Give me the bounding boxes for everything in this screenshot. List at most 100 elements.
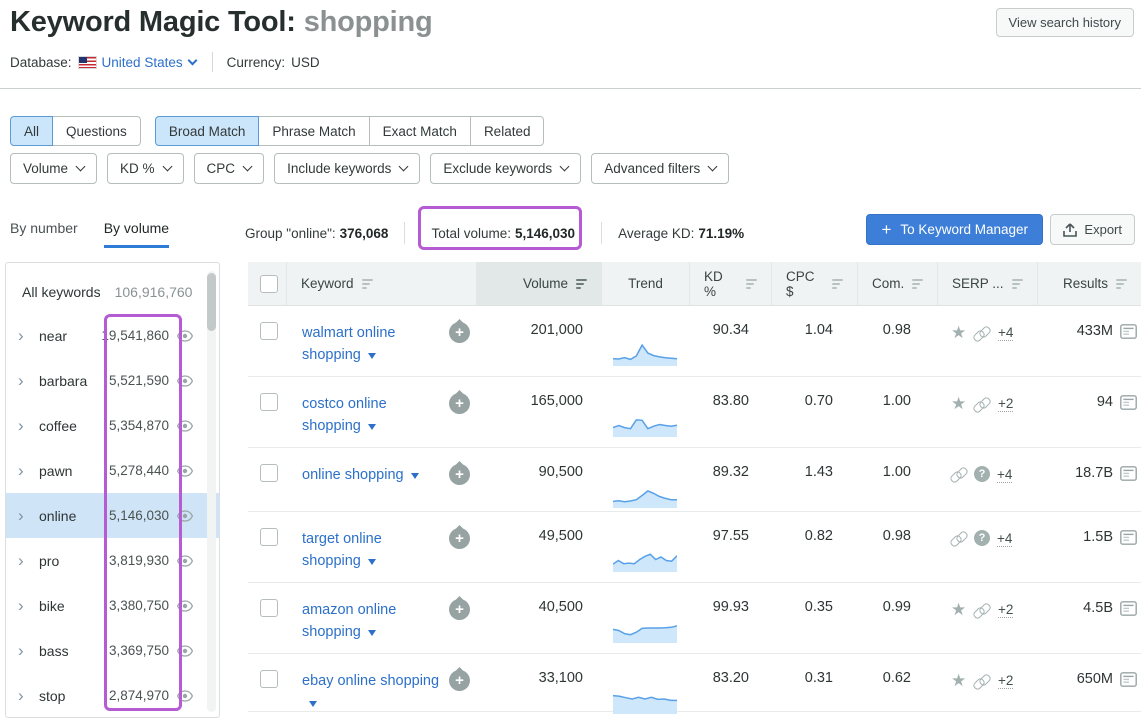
- export-button[interactable]: Export: [1050, 214, 1135, 245]
- eye-icon[interactable]: [177, 690, 193, 702]
- view-search-history-button[interactable]: View search history: [996, 8, 1134, 37]
- sort-icon[interactable]: [362, 279, 373, 289]
- sort-icon[interactable]: [912, 279, 923, 289]
- by-number-toggle[interactable]: By number: [10, 220, 78, 248]
- serp-snapshot-icon[interactable]: [1120, 466, 1137, 481]
- serp-features-more-link[interactable]: +2: [998, 396, 1013, 412]
- database-select[interactable]: United States: [102, 55, 196, 70]
- serp-snapshot-icon[interactable]: [1120, 601, 1137, 616]
- eye-icon[interactable]: [177, 375, 193, 387]
- add-to-keyword-manager-icon[interactable]: +: [449, 528, 470, 549]
- keyword-group-item[interactable]: › pawn 5,278,440: [6, 448, 219, 493]
- chevron-down-icon: [399, 162, 409, 172]
- eye-icon[interactable]: [177, 555, 193, 567]
- caret-down-icon[interactable]: [368, 559, 376, 565]
- serp-features-more-link[interactable]: +4: [998, 325, 1013, 341]
- sort-icon[interactable]: [1116, 279, 1127, 289]
- caret-down-icon[interactable]: [411, 473, 419, 479]
- serp-features-more-link[interactable]: +2: [998, 673, 1013, 689]
- keyword-group-item[interactable]: › stop 2,874,970: [6, 673, 219, 718]
- serp-features-more-link[interactable]: +4: [997, 531, 1012, 547]
- add-to-keyword-manager-icon[interactable]: +: [449, 670, 470, 691]
- column-header[interactable]: Volume: [476, 262, 601, 305]
- keyword-group-item[interactable]: › bass 3,369,750: [6, 628, 219, 673]
- chevron-right-icon[interactable]: ›: [18, 687, 30, 704]
- cpc-value: 0.70: [771, 377, 857, 447]
- sort-icon[interactable]: [576, 279, 587, 289]
- chevron-right-icon[interactable]: ›: [18, 507, 30, 524]
- column-header[interactable]: SERP ...: [937, 262, 1037, 305]
- filter-dropdown[interactable]: Volume: [10, 153, 97, 184]
- filter-dropdown[interactable]: Include keywords: [274, 153, 420, 184]
- column-header[interactable]: CPC $: [771, 262, 857, 305]
- keyword-link[interactable]: walmart online shopping: [302, 325, 396, 363]
- column-header[interactable]: Results: [1037, 262, 1141, 305]
- add-to-keyword-manager-icon[interactable]: +: [449, 464, 470, 485]
- sort-icon[interactable]: [746, 279, 757, 289]
- filter-dropdown[interactable]: Exclude keywords: [430, 153, 581, 184]
- keyword-group-item[interactable]: › coffee 5,354,870: [6, 403, 219, 448]
- keyword-group-item[interactable]: › bike 3,380,750: [6, 583, 219, 628]
- sidebar-all-keywords[interactable]: All keywords 106,916,760: [6, 271, 219, 313]
- eye-icon[interactable]: [177, 645, 193, 657]
- keyword-link[interactable]: online shopping: [302, 467, 404, 483]
- row-checkbox[interactable]: [260, 464, 278, 482]
- chevron-right-icon[interactable]: ›: [18, 552, 30, 569]
- chevron-right-icon[interactable]: ›: [18, 327, 30, 344]
- caret-down-icon[interactable]: [368, 424, 376, 430]
- match-tab[interactable]: All: [10, 116, 53, 146]
- match-tab[interactable]: Related: [470, 116, 545, 146]
- column-header[interactable]: Com.: [857, 262, 937, 305]
- column-header[interactable]: Trend: [601, 262, 689, 305]
- row-checkbox[interactable]: [260, 599, 278, 617]
- to-keyword-manager-button[interactable]: +To Keyword Manager: [866, 214, 1043, 245]
- keyword-group-item[interactable]: › near 19,541,860: [6, 313, 219, 358]
- keyword-group-item[interactable]: › online 5,146,030: [6, 493, 219, 538]
- match-tab[interactable]: Broad Match: [155, 116, 260, 146]
- caret-down-icon[interactable]: [368, 353, 376, 359]
- serp-features-more-link[interactable]: +2: [998, 602, 1013, 618]
- add-to-keyword-manager-icon[interactable]: +: [449, 322, 470, 343]
- chevron-right-icon[interactable]: ›: [18, 597, 30, 614]
- sidebar-scrollbar[interactable]: [207, 271, 216, 712]
- caret-down-icon[interactable]: [368, 630, 376, 636]
- row-checkbox[interactable]: [260, 393, 278, 411]
- serp-features-more-link[interactable]: +4: [997, 467, 1012, 483]
- eye-icon[interactable]: [177, 420, 193, 432]
- eye-icon[interactable]: [177, 510, 193, 522]
- keyword-group-item[interactable]: › pro 3,819,930: [6, 538, 219, 583]
- keyword-link[interactable]: amazon online shopping: [302, 602, 396, 640]
- eye-icon[interactable]: [177, 600, 193, 612]
- caret-down-icon[interactable]: [309, 701, 317, 707]
- match-tab[interactable]: Questions: [52, 116, 141, 146]
- row-checkbox[interactable]: [260, 528, 278, 546]
- filter-dropdown[interactable]: CPC: [194, 153, 265, 184]
- add-to-keyword-manager-icon[interactable]: +: [449, 599, 470, 620]
- sort-icon[interactable]: [1012, 279, 1023, 289]
- row-checkbox[interactable]: [260, 322, 278, 340]
- select-all-checkbox[interactable]: [260, 275, 278, 293]
- column-header[interactable]: Keyword: [286, 262, 476, 305]
- serp-snapshot-icon[interactable]: [1120, 672, 1137, 687]
- column-header[interactable]: KD %: [689, 262, 771, 305]
- chevron-right-icon[interactable]: ›: [18, 372, 30, 389]
- chevron-right-icon[interactable]: ›: [18, 462, 30, 479]
- by-volume-toggle[interactable]: By volume: [104, 220, 169, 248]
- eye-icon[interactable]: [177, 330, 193, 342]
- chevron-right-icon[interactable]: ›: [18, 642, 30, 659]
- match-tab[interactable]: Exact Match: [369, 116, 471, 146]
- keyword-group-item[interactable]: › barbara 5,521,590: [6, 358, 219, 403]
- serp-snapshot-icon[interactable]: [1120, 395, 1137, 410]
- serp-snapshot-icon[interactable]: [1120, 530, 1137, 545]
- filter-dropdown[interactable]: KD %: [107, 153, 184, 184]
- scrollbar-thumb[interactable]: [207, 273, 216, 331]
- row-checkbox[interactable]: [260, 670, 278, 688]
- match-tab[interactable]: Phrase Match: [258, 116, 369, 146]
- add-to-keyword-manager-icon[interactable]: +: [449, 393, 470, 414]
- sort-icon[interactable]: [832, 279, 843, 289]
- keyword-link[interactable]: ebay online shopping: [302, 673, 439, 689]
- eye-icon[interactable]: [177, 465, 193, 477]
- filter-dropdown[interactable]: Advanced filters: [591, 153, 729, 184]
- serp-snapshot-icon[interactable]: [1120, 324, 1137, 339]
- chevron-right-icon[interactable]: ›: [18, 417, 30, 434]
